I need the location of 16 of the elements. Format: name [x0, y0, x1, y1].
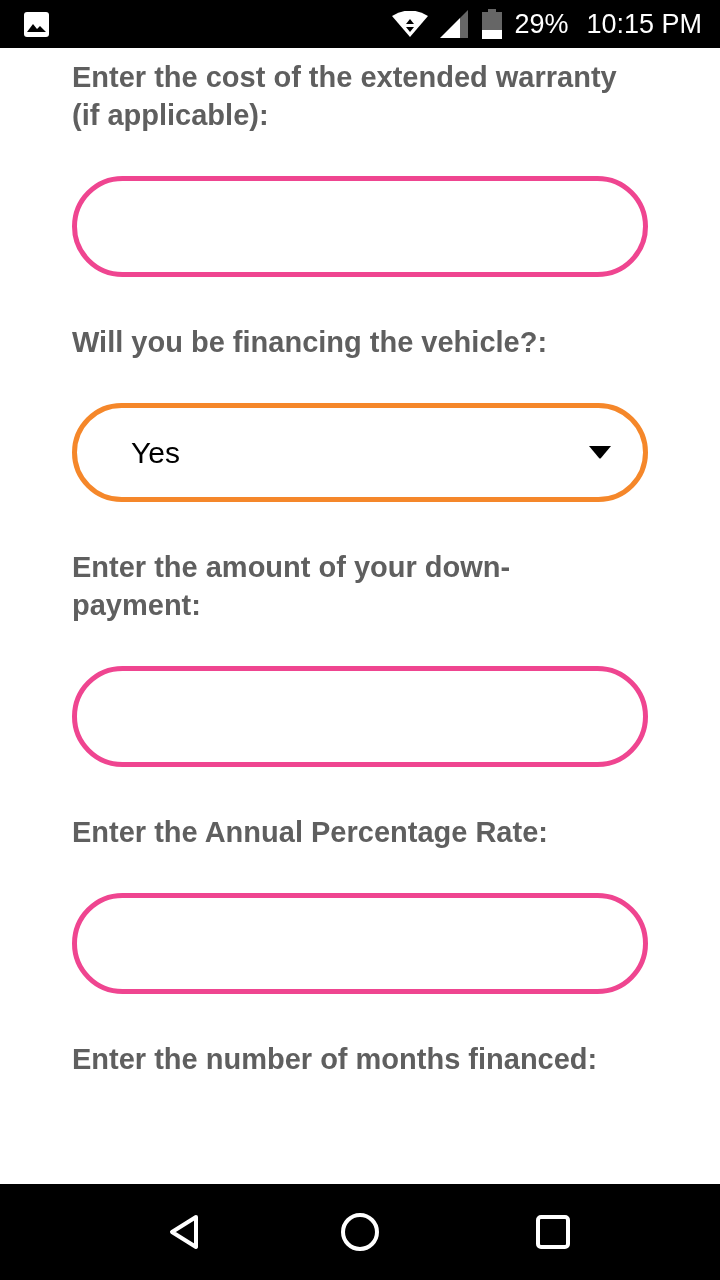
wifi-icon — [392, 11, 429, 37]
home-icon — [341, 1213, 379, 1251]
field-label: Enter the amount of your down-payment: — [72, 550, 512, 623]
field-label: Enter the number of months financed: — [72, 1042, 599, 1077]
battery-percentage: 29% — [514, 10, 569, 38]
battery-icon — [482, 9, 503, 39]
dropdown[interactable]: Yes — [72, 403, 648, 502]
field-label: Will you be financing the vehicle?: — [72, 325, 549, 360]
image-icon — [24, 11, 49, 37]
signal-icon — [440, 10, 469, 38]
recent-apps-icon — [536, 1215, 570, 1249]
back-icon — [168, 1214, 200, 1250]
clock-time: 10:15 PM — [586, 10, 702, 38]
field-label: Enter the Annual Percentage Rate: — [72, 815, 549, 850]
field-label: Enter the cost of the extended warranty (if applicable): — [72, 60, 618, 133]
caret-icon — [589, 446, 611, 459]
